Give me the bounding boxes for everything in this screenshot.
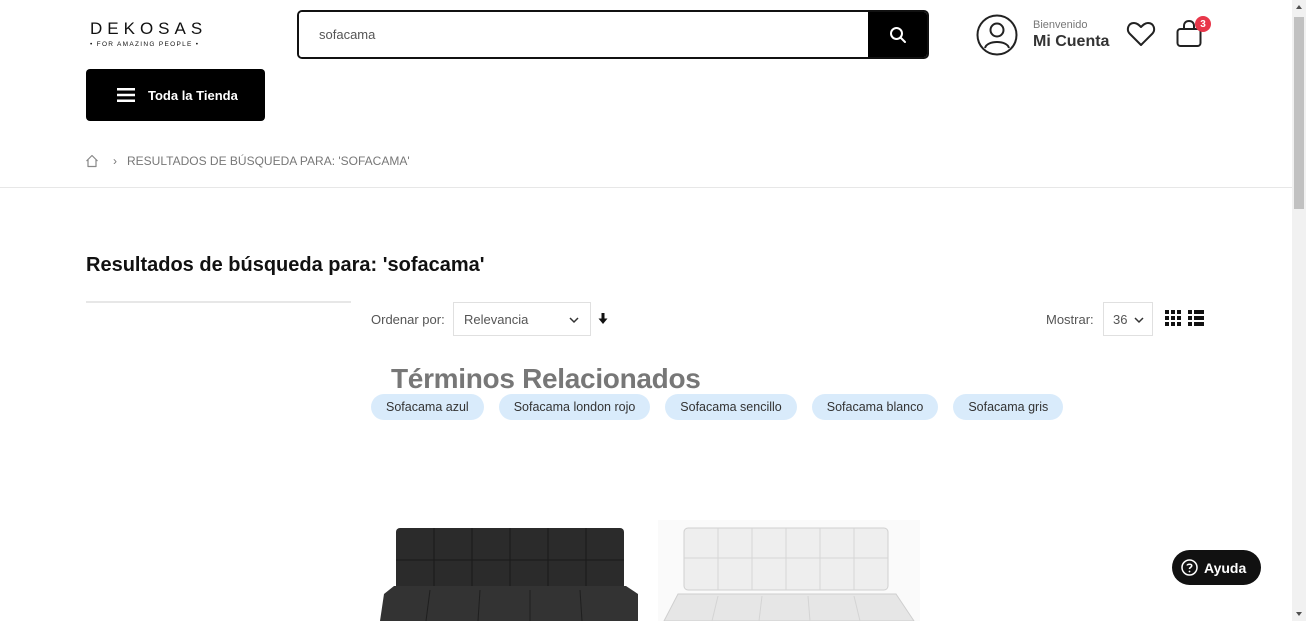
white-sofa-bed-image	[658, 520, 920, 621]
sort-select[interactable]: Relevancia	[453, 302, 591, 336]
related-terms-list: Sofacama azul Sofacama london rojo Sofac…	[371, 394, 1064, 420]
search-button[interactable]	[868, 12, 927, 57]
breadcrumb: › RESULTADOS DE BÚSQUEDA PARA: 'SOFACAMA…	[85, 154, 410, 168]
scrollbar-thumb[interactable]	[1294, 17, 1304, 209]
sort-value: Relevancia	[464, 311, 529, 327]
breadcrumb-separator: ›	[113, 154, 117, 168]
page-title: Resultados de búsqueda para: 'sofacama'	[86, 254, 485, 276]
cart-button[interactable]: 3	[1175, 16, 1211, 54]
help-label: Ayuda	[1204, 559, 1247, 576]
user-icon	[976, 14, 1018, 56]
show-label: Mostrar:	[1046, 312, 1094, 327]
arrow-down-icon	[598, 313, 608, 324]
breadcrumb-current: RESULTADOS DE BÚSQUEDA PARA: 'SOFACAMA'	[127, 154, 410, 168]
product-card[interactable]	[658, 520, 920, 621]
search-bar	[297, 10, 929, 59]
list-view-icon	[1188, 310, 1204, 326]
sort-direction-button[interactable]	[598, 312, 608, 330]
heart-icon	[1126, 22, 1156, 46]
scroll-up-arrow-icon[interactable]	[1292, 0, 1306, 15]
wishlist-button[interactable]	[1126, 20, 1156, 53]
related-term-tag[interactable]: Sofacama sencillo	[665, 394, 797, 420]
home-icon[interactable]	[85, 154, 99, 168]
list-view-button[interactable]	[1188, 310, 1204, 331]
chevron-down-icon	[569, 317, 579, 324]
product-card[interactable]	[370, 520, 648, 621]
related-term-tag[interactable]: Sofacama blanco	[811, 394, 939, 420]
account-greeting: Bienvenido	[1033, 18, 1088, 31]
show-select[interactable]: 36	[1103, 302, 1153, 336]
related-term-tag[interactable]: Sofacama gris	[953, 394, 1064, 420]
brand-name: DEKOSAS	[90, 19, 208, 38]
scroll-down-arrow-icon[interactable]	[1292, 606, 1306, 621]
chevron-down-icon	[1134, 317, 1144, 324]
cart-count-badge: 3	[1195, 16, 1211, 32]
account-label: Mi Cuenta	[1033, 32, 1110, 50]
brand-tagline: • FOR AMAZING PEOPLE •	[90, 41, 200, 48]
hamburger-icon	[117, 88, 135, 102]
black-sofa-bed-image	[380, 528, 638, 621]
help-icon	[1181, 559, 1198, 576]
page-scrollbar[interactable]	[1292, 0, 1306, 621]
related-term-tag[interactable]: Sofacama azul	[371, 394, 484, 420]
sidebar-divider	[86, 301, 351, 303]
grid-view-button[interactable]	[1165, 310, 1181, 331]
related-term-tag[interactable]: Sofacama london rojo	[498, 394, 651, 420]
sort-label: Ordenar por:	[371, 312, 445, 327]
search-icon	[889, 26, 906, 43]
header-divider	[0, 187, 1292, 188]
brand-logo[interactable]: DEKOSAS • FOR AMAZING PEOPLE •	[90, 19, 208, 49]
related-terms-title: Términos Relacionados	[391, 363, 701, 394]
grid-view-icon	[1165, 310, 1181, 326]
search-input[interactable]	[299, 12, 868, 57]
all-store-menu-button[interactable]: Toda la Tienda	[86, 69, 265, 121]
account-link[interactable]: Bienvenido Mi Cuenta	[976, 14, 1109, 56]
help-button[interactable]: Ayuda	[1172, 550, 1261, 585]
all-store-menu-label: Toda la Tienda	[148, 87, 238, 103]
show-value: 36	[1113, 311, 1128, 327]
